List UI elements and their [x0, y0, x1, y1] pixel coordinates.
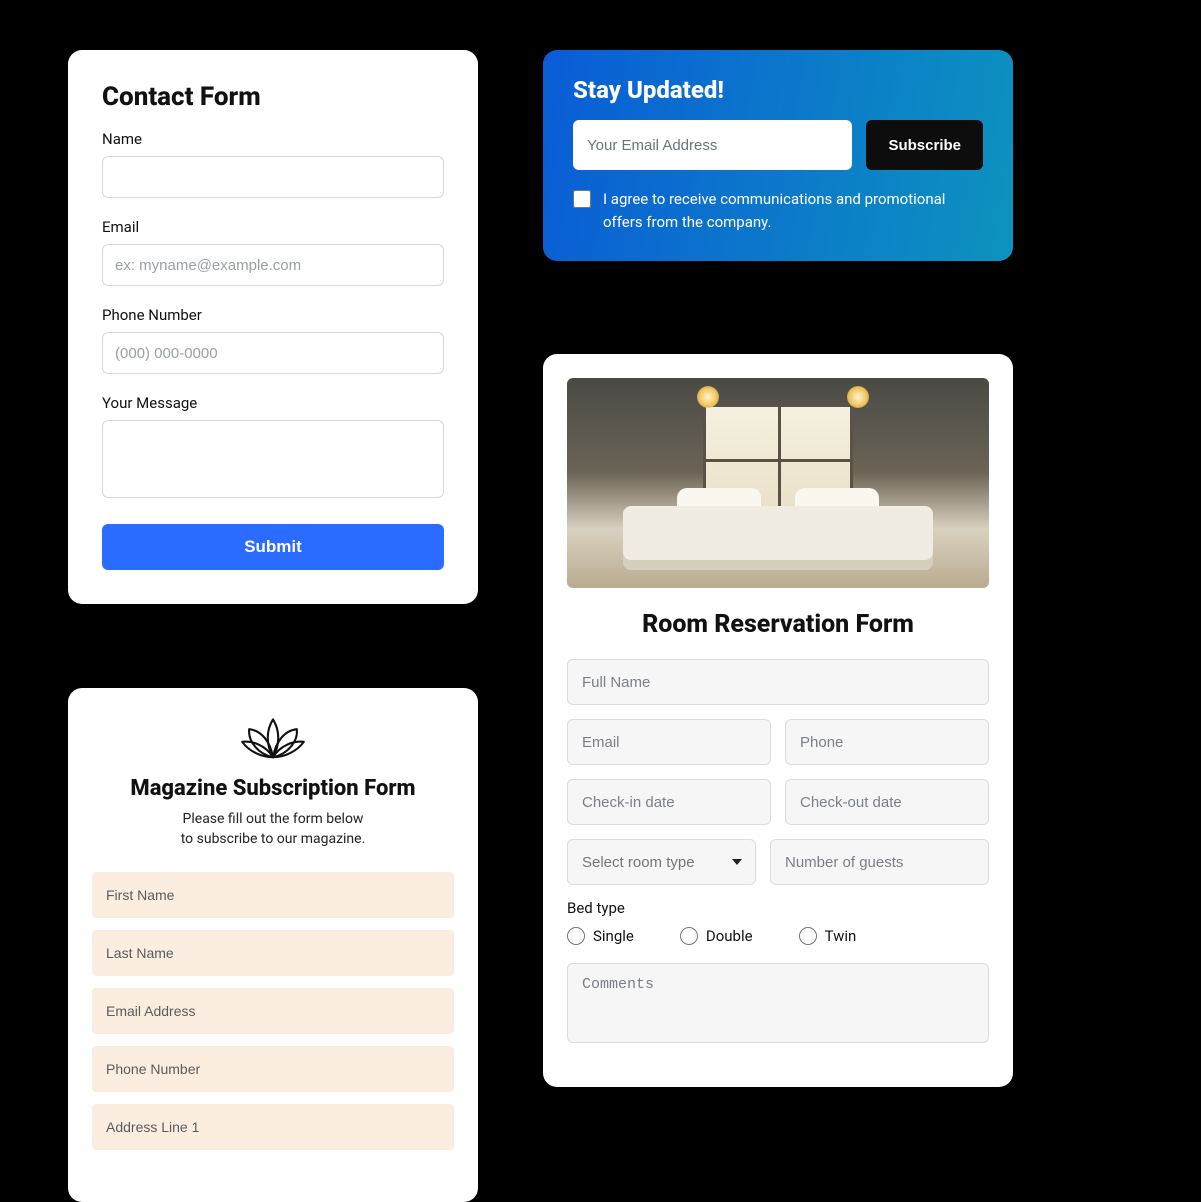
bedtype-double-radio[interactable]	[680, 927, 698, 945]
contact-form-card: Contact Form Name Email Phone Number You…	[68, 50, 478, 604]
submit-button[interactable]: Submit	[102, 524, 444, 570]
name-input[interactable]	[102, 156, 444, 198]
phone-label: Phone Number	[102, 306, 444, 324]
bedtype-twin-radio[interactable]	[799, 927, 817, 945]
bedtype-twin[interactable]: Twin	[799, 927, 857, 945]
magazine-title: Magazine Subscription Form	[92, 776, 454, 801]
email-label: Email	[102, 218, 444, 236]
message-textarea[interactable]	[102, 420, 444, 498]
consent-checkbox[interactable]	[573, 190, 591, 208]
subscribe-button[interactable]: Subscribe	[866, 120, 983, 170]
room-hero-image	[567, 378, 989, 588]
consent-row[interactable]: I agree to receive communications and pr…	[573, 188, 983, 233]
roomtype-select-wrap[interactable]	[567, 839, 756, 885]
address1-input[interactable]	[92, 1104, 454, 1150]
guests-input[interactable]	[770, 839, 989, 885]
room-phone-input[interactable]	[785, 719, 989, 765]
phone-input[interactable]	[102, 332, 444, 374]
contact-form-title: Contact Form	[102, 82, 444, 112]
lotus-icon	[238, 712, 308, 766]
message-label: Your Message	[102, 394, 444, 412]
room-form-title: Room Reservation Form	[567, 610, 989, 639]
name-label: Name	[102, 130, 444, 148]
bedtype-single[interactable]: Single	[567, 927, 634, 945]
comments-textarea[interactable]	[567, 963, 989, 1043]
email-input[interactable]	[102, 244, 444, 286]
bedtype-single-radio[interactable]	[567, 927, 585, 945]
bedtype-double[interactable]: Double	[680, 927, 753, 945]
stay-updated-card: Stay Updated! Subscribe I agree to recei…	[543, 50, 1013, 261]
bedtype-label: Bed type	[567, 899, 989, 917]
mag-email-input[interactable]	[92, 988, 454, 1034]
roomtype-select[interactable]	[567, 839, 756, 885]
room-email-input[interactable]	[567, 719, 771, 765]
stay-email-input[interactable]	[573, 120, 852, 170]
magazine-subscription-card: Magazine Subscription Form Please fill o…	[68, 688, 478, 1202]
stay-updated-title: Stay Updated!	[573, 76, 983, 104]
checkin-input[interactable]	[567, 779, 771, 825]
mag-phone-input[interactable]	[92, 1046, 454, 1092]
room-reservation-card: Room Reservation Form Bed type Single Do…	[543, 354, 1013, 1087]
checkout-input[interactable]	[785, 779, 989, 825]
lastname-input[interactable]	[92, 930, 454, 976]
firstname-input[interactable]	[92, 872, 454, 918]
magazine-subtitle: Please fill out the form below to subscr…	[92, 809, 454, 850]
consent-text: I agree to receive communications and pr…	[603, 188, 983, 233]
bedtype-radio-group: Single Double Twin	[567, 927, 989, 945]
fullname-input[interactable]	[567, 659, 989, 705]
